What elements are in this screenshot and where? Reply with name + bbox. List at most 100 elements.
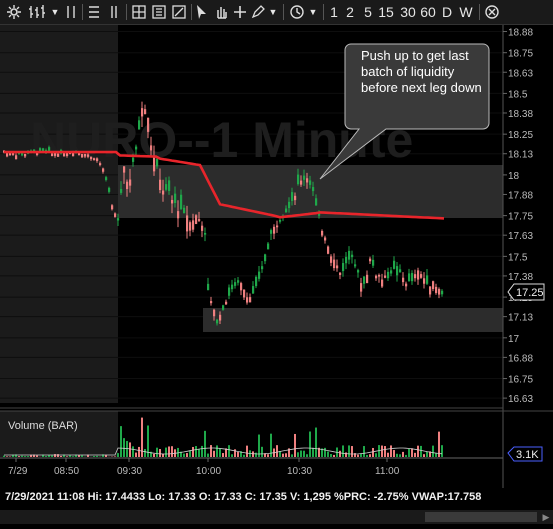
candle-body — [345, 257, 347, 263]
candle-body — [237, 280, 239, 283]
chart-area[interactable]: NURO--1 Minute 18.8818.7518.6318.518.381… — [0, 25, 553, 524]
candle-body — [156, 159, 158, 167]
volume-bar — [120, 426, 122, 457]
candle-body — [276, 226, 278, 228]
volume-value-marker: 3.1K — [508, 447, 542, 461]
volume-bar — [207, 454, 209, 457]
dropdown-arrow-icon[interactable]: ▼ — [308, 2, 318, 22]
volume-bar — [138, 447, 140, 457]
candle-body — [111, 205, 113, 209]
time-tick-label: 7/29 — [8, 466, 28, 477]
candle-body — [279, 220, 281, 222]
volume-bar — [72, 456, 74, 457]
candle-body — [216, 320, 218, 324]
volume-bar — [93, 456, 95, 457]
volume-bar — [45, 456, 47, 457]
candle-body — [321, 231, 323, 236]
candle-body — [420, 274, 422, 278]
scrollbar-thumb[interactable] — [425, 512, 537, 522]
interval-60m[interactable]: 60 — [419, 2, 437, 22]
candle-body — [303, 176, 305, 180]
candle-body — [132, 158, 134, 162]
candle-body — [231, 285, 233, 290]
volume-bar — [324, 448, 326, 457]
bar-style-icon[interactable] — [26, 2, 48, 22]
template-icon[interactable] — [150, 2, 168, 22]
volume-label: Volume (BAR) — [8, 420, 78, 432]
price-tick-label: 17.13 — [508, 313, 533, 324]
interval-daily[interactable]: D — [440, 2, 454, 22]
interval-2m[interactable]: 2 — [343, 2, 357, 22]
candle-body — [48, 147, 50, 151]
volume-bar — [3, 456, 5, 457]
interval-1m[interactable]: 1 — [327, 2, 341, 22]
horizontal-scrollbar[interactable]: ▶ — [0, 510, 553, 524]
dropdown-arrow-icon[interactable]: ▼ — [268, 2, 278, 22]
pause-icon[interactable] — [106, 2, 122, 22]
volume-bar — [168, 446, 170, 457]
grid-icon[interactable] — [130, 2, 148, 22]
candle-body — [267, 244, 269, 250]
volume-bar — [243, 455, 245, 457]
candle-body — [51, 154, 53, 156]
volume-bar — [81, 455, 83, 457]
crop-icon[interactable] — [170, 2, 188, 22]
volume-bar — [27, 456, 29, 457]
candle-body — [21, 153, 23, 155]
candle-body — [243, 290, 245, 298]
candle-body — [270, 230, 272, 234]
volume-bar — [339, 451, 341, 457]
link-icon[interactable] — [86, 2, 102, 22]
candle-body — [339, 273, 341, 275]
cursor-icon[interactable] — [194, 2, 210, 22]
time-tick-label: 10:30 — [287, 466, 312, 477]
candle-body — [120, 189, 122, 193]
premarket-shading — [0, 25, 118, 403]
candle-body — [432, 281, 434, 289]
candle-body — [351, 255, 353, 257]
candle-body — [222, 305, 224, 310]
supply-zone — [118, 165, 503, 218]
volume-bar — [213, 451, 215, 457]
candle-body — [180, 195, 182, 209]
volume-bar — [201, 446, 203, 457]
candle-body — [213, 310, 215, 316]
volume-bar — [57, 454, 59, 457]
volume-bar — [390, 445, 392, 457]
clock-icon[interactable] — [288, 2, 306, 22]
candle-body — [204, 233, 206, 235]
candle-body — [57, 154, 59, 157]
candle-body — [405, 284, 407, 287]
volume-bar — [399, 454, 401, 457]
crosshair-icon[interactable] — [232, 2, 248, 22]
candle-body — [87, 154, 89, 156]
dropdown-arrow-icon[interactable]: ▼ — [50, 2, 60, 22]
candle-body — [429, 286, 431, 294]
candle-body — [81, 154, 83, 157]
interval-30m[interactable]: 30 — [398, 2, 418, 22]
volume-bar — [285, 453, 287, 457]
price-tick-label: 18.38 — [508, 109, 533, 120]
candle-body — [354, 264, 356, 266]
price-tick-label: 18.63 — [508, 68, 533, 79]
volume-bar — [306, 454, 308, 457]
volume-bar — [402, 452, 404, 457]
layout-icon[interactable] — [64, 2, 78, 22]
candle-body — [174, 194, 176, 203]
volume-bar — [165, 448, 167, 457]
volume-bar — [210, 445, 212, 457]
candle-body — [183, 208, 185, 213]
interval-5m[interactable]: 5 — [361, 2, 375, 22]
price-tick-label: 16.75 — [508, 375, 533, 386]
volume-bar — [432, 446, 434, 457]
interval-weekly[interactable]: W — [458, 2, 474, 22]
interval-15m[interactable]: 15 — [377, 2, 395, 22]
candle-body — [225, 302, 227, 305]
candle-body — [423, 278, 425, 283]
pan-icon[interactable] — [212, 2, 230, 22]
pencil-icon[interactable] — [250, 2, 266, 22]
scroll-right-arrow-icon[interactable]: ▶ — [540, 511, 552, 523]
time-tick-label: 09:30 — [117, 466, 142, 477]
close-circle-icon[interactable] — [483, 2, 501, 22]
settings-icon[interactable] — [4, 2, 24, 22]
